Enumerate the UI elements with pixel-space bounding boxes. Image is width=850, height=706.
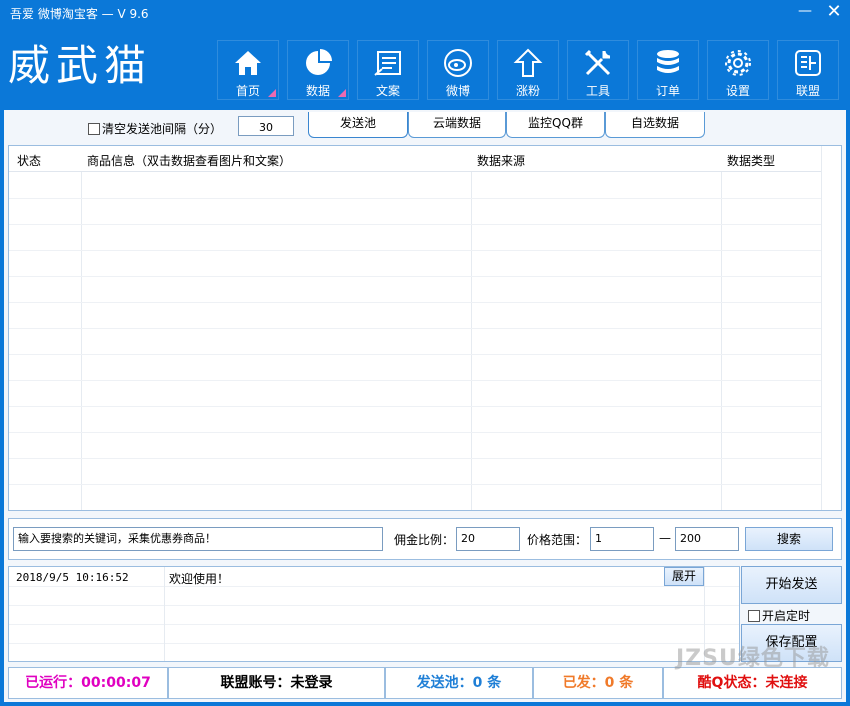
nav-settings[interactable]: 设置 [707,40,769,100]
clear-pool-checkbox[interactable]: 清空发送池间隔（分） [88,120,222,137]
price-separator: — [659,531,671,545]
menu-indicator-icon [268,89,276,97]
status-sent: 已发：0 条 [533,667,663,699]
column-source[interactable]: 数据来源 [477,152,525,169]
log-panel[interactable]: 2018/9/5 10:16:52 欢迎使用！ 展开 [8,566,740,662]
row-divider [9,484,821,485]
row-divider [9,276,821,277]
price-label: 价格范围： [527,533,588,547]
commission-input[interactable]: 20 [456,527,520,551]
menu-indicator-icon [338,89,346,97]
row-divider [9,406,821,407]
row-divider [9,328,821,329]
row-divider [9,224,821,225]
table-header: 状态 商品信息（双击数据查看图片和文案） 数据来源 数据类型 [9,146,821,172]
title-bar: 吾爱 微博淘宝客 — V 9.6 — ✕ [0,0,850,26]
database-icon [657,50,679,73]
commission-label: 佣金比例： [394,533,455,547]
row-divider [9,380,821,381]
tab-custom-data[interactable]: 自选数据 [605,112,705,138]
nav-copywriting[interactable]: 文案 [357,40,419,100]
row-divider [9,250,821,251]
nav-copywriting-label: 文案 [375,84,400,98]
nav-orders[interactable]: 订单 [637,40,699,100]
nav-orders-label: 订单 [655,84,680,98]
window-title: 吾爱 微博淘宝客 — V 9.6 [10,7,149,21]
start-send-button[interactable]: 开始发送 [741,566,842,604]
row-divider [9,586,739,587]
clear-pool-label: 清空发送池间隔（分） [102,122,223,136]
nav-settings-label: 设置 [725,84,750,98]
status-running: 已运行：00:00:07 [8,667,168,699]
search-button[interactable]: 搜索 [745,527,833,551]
nav-weibo-label: 微博 [445,84,470,98]
column-divider [821,146,822,510]
alliance-icon [795,50,821,76]
nav-followers-label: 涨粉 [515,84,540,98]
checkbox-icon[interactable] [88,123,100,135]
row-divider [9,458,821,459]
tab-cloud-data[interactable]: 云端数据 [408,112,506,138]
column-product-info[interactable]: 商品信息（双击数据查看图片和文案） [87,152,291,169]
interval-input[interactable]: 30 [238,116,294,136]
price-min-input[interactable]: 1 [590,527,654,551]
status-pool: 发送池：0 条 [385,667,533,699]
nav-followers[interactable]: 涨粉 [497,40,559,100]
status-account: 联盟账号：未登录 [168,667,385,699]
row-divider [9,624,739,625]
nav-tools[interactable]: 工具 [567,40,629,100]
row-divider [9,302,821,303]
expand-button[interactable]: 展开 [664,567,704,586]
gear-icon [725,50,751,76]
log-time: 2018/9/5 10:16:52 [16,571,129,584]
column-type[interactable]: 数据类型 [727,152,775,169]
nav-data[interactable]: 数据 [287,40,349,100]
column-status[interactable]: 状态 [17,152,41,169]
tab-send-pool[interactable]: 发送池 [308,112,408,138]
nav-alliance-label: 联盟 [795,84,820,98]
row-divider [9,432,821,433]
row-divider [9,354,821,355]
close-button[interactable]: ✕ [822,0,846,24]
pie-chart-icon [306,49,332,75]
log-message: 欢迎使用！ [169,572,230,586]
nav-weibo[interactable]: 微博 [427,40,489,100]
arrow-up-icon [513,48,543,77]
timer-label: 开启定时 [762,609,811,623]
column-divider [164,567,165,661]
nav-alliance[interactable]: 联盟 [777,40,839,100]
document-icon [374,51,401,76]
app-logo: 威武猫 [8,41,153,90]
tab-monitor-qq[interactable]: 监控QQ群 [506,112,605,138]
nav-tools-label: 工具 [585,84,610,98]
timer-checkbox[interactable]: 开启定时 [748,607,810,624]
keyword-input[interactable]: 输入要搜索的关键词，采集优惠券商品！ [13,527,383,551]
minimize-button[interactable]: — [794,0,816,24]
price-max-input[interactable]: 200 [675,527,739,551]
home-icon [235,51,261,75]
nav-home[interactable]: 首页 [217,40,279,100]
row-divider [9,198,821,199]
row-divider [9,643,739,644]
data-table[interactable]: 状态 商品信息（双击数据查看图片和文案） 数据来源 数据类型 [8,145,842,511]
watermark: JZSU绿色下载 [676,646,830,671]
checkbox-icon[interactable] [748,610,760,622]
row-divider [9,605,739,606]
tools-icon [584,49,611,76]
weibo-icon [444,49,472,77]
